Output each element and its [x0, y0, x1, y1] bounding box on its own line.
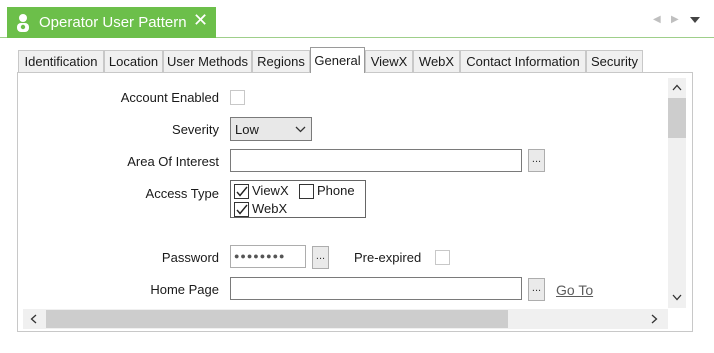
tab-contact-information[interactable]: Contact Information	[460, 50, 586, 72]
password-input[interactable]: ●●●●●●●●	[230, 245, 306, 268]
tab-regions[interactable]: Regions	[252, 50, 310, 72]
home-page-browse-button[interactable]: ...	[528, 278, 545, 301]
severity-value: Low	[235, 121, 259, 137]
pre-expired-label: Pre-expired	[354, 250, 422, 265]
person-icon	[17, 13, 29, 32]
account-enabled-checkbox[interactable]	[230, 90, 245, 105]
account-enabled-label: Account Enabled	[120, 90, 219, 105]
close-icon[interactable]: ✕	[193, 10, 208, 31]
tab-security[interactable]: Security	[586, 50, 643, 72]
scroll-right-icon[interactable]	[651, 314, 658, 324]
home-page-input[interactable]	[230, 277, 522, 300]
tab-viewx[interactable]: ViewX	[365, 50, 413, 72]
horizontal-scrollbar[interactable]	[23, 309, 668, 329]
scroll-down-icon[interactable]	[672, 294, 682, 301]
nav-left-icon[interactable]: ◀	[653, 14, 661, 25]
tab-user-methods[interactable]: User Methods	[163, 50, 252, 72]
tab-identification[interactable]: Identification	[18, 50, 104, 72]
chevron-down-icon	[295, 126, 306, 133]
access-type-label: Access Type	[145, 186, 219, 201]
area-of-interest-label: Area Of Interest	[127, 154, 219, 169]
pre-expired-checkbox[interactable]	[435, 250, 450, 265]
tab-general[interactable]: General	[310, 47, 365, 73]
tab-location[interactable]: Location	[104, 50, 163, 72]
scroll-up-icon[interactable]	[672, 84, 682, 91]
area-of-interest-input[interactable]	[230, 149, 522, 172]
password-browse-button[interactable]: ...	[312, 246, 329, 269]
tab-webx[interactable]: WebX	[413, 50, 460, 72]
phone-checkbox[interactable]	[299, 184, 314, 199]
viewx-checkbox[interactable]	[234, 184, 249, 199]
nav-right-icon[interactable]: ▶	[671, 14, 679, 25]
vertical-scroll-thumb[interactable]	[668, 98, 686, 138]
dropdown-icon[interactable]	[690, 17, 700, 23]
viewx-option-label: ViewX	[252, 183, 289, 198]
home-page-label: Home Page	[150, 282, 219, 297]
severity-label: Severity	[172, 122, 219, 137]
area-of-interest-browse-button[interactable]: ...	[528, 149, 545, 172]
webx-option-label: WebX	[252, 201, 288, 216]
password-label: Password	[161, 250, 219, 265]
access-type-group: ViewX Phone WebX	[230, 180, 366, 218]
scroll-left-icon[interactable]	[30, 314, 37, 324]
phone-option-label: Phone	[317, 183, 355, 198]
window-title: Operator User Pattern	[39, 14, 187, 31]
go-to-link[interactable]: Go To	[556, 282, 593, 298]
severity-select[interactable]: Low	[230, 117, 312, 141]
document-tab[interactable]: Operator User Pattern ✕	[7, 7, 216, 38]
check-icon	[236, 186, 248, 197]
vertical-scrollbar[interactable]	[668, 78, 686, 308]
check-icon	[236, 204, 248, 215]
horizontal-scroll-thumb[interactable]	[46, 310, 508, 328]
webx-checkbox[interactable]	[234, 202, 249, 217]
